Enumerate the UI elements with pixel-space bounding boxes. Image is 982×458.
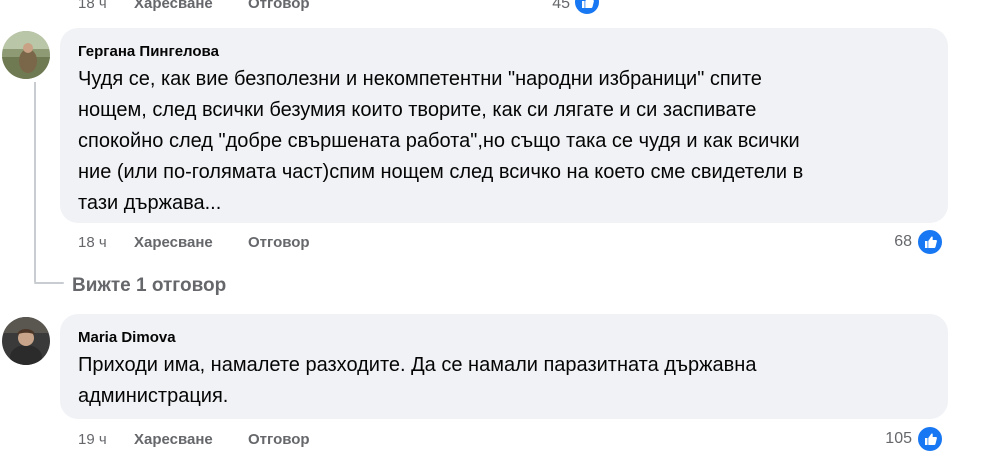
like-button[interactable]: Харесване [134,431,213,448]
comment-line: Чудя се, как вие безполезни и некомпетен… [78,68,762,90]
thumbs-up-icon[interactable] [916,228,944,256]
like-button[interactable]: Харесване [134,0,213,12]
reaction-count[interactable]: 45 [520,0,570,13]
timestamp[interactable]: 18 ч [78,0,107,12]
comment-text: Приходи има, намалете разходите. Да се н… [78,350,756,412]
reaction-count[interactable]: 68 [860,233,912,251]
avatar[interactable] [2,317,50,365]
comment-line: спокойно след "добре свършената работа",… [78,130,800,152]
comment-text: Чудя се, как вие безполезни и некомпетен… [78,64,803,219]
comment-author[interactable]: Maria Dimova [78,329,176,346]
reply-button[interactable]: Отговор [248,0,310,12]
comment-bubble: Maria Dimova Приходи има, намалете разхо… [60,314,948,419]
comment-bubble: Гергана Пингелова Чудя се, как вие безпо… [60,28,948,223]
reply-button[interactable]: Отговор [248,234,310,251]
thumbs-up-icon[interactable] [573,0,601,16]
thread-connector [34,282,64,284]
comment-line: тази държава... [78,192,222,214]
comment-line: администрация. [78,385,229,407]
reply-button[interactable]: Отговор [248,431,310,448]
comment-line: Приходи има, намалете разходите. Да се н… [78,354,757,376]
comment-author[interactable]: Гергана Пингелова [78,43,219,60]
like-button[interactable]: Харесване [134,234,213,251]
timestamp[interactable]: 18 ч [78,234,107,251]
thumbs-up-icon[interactable] [916,425,944,453]
comment-line: ние (или по-голямата част)спим нощем сле… [78,161,804,183]
timestamp[interactable]: 19 ч [78,431,107,448]
comment-line: нощем, след всички безумия които творите… [78,99,757,121]
view-replies-link[interactable]: Вижте 1 отговор [72,275,226,297]
avatar[interactable] [2,31,50,79]
reaction-count[interactable]: 105 [852,430,912,448]
thread-line [34,82,36,282]
